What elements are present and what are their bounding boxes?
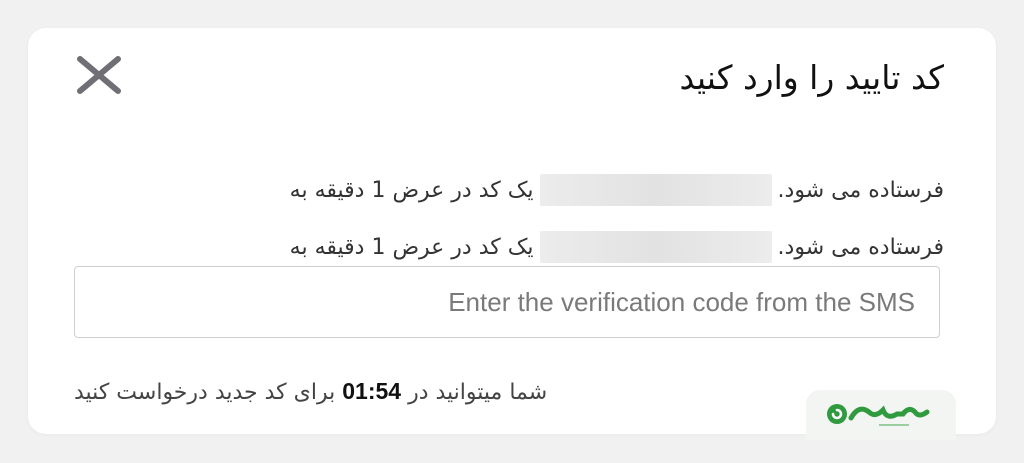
brand-logo	[806, 390, 956, 440]
info-line-1: یک کد در عرض 1 دقیقه به فرستاده می شود.	[290, 172, 944, 208]
countdown-after: برای کد جدید درخواست کنید	[74, 380, 336, 405]
dialog-title: کد تایید را وارد کنید	[679, 58, 944, 97]
info-line-1-prefix: یک کد در عرض 1 دقیقه به	[289, 177, 534, 203]
resend-countdown: شما میتوانید در 01:54 برای کد جدید درخوا…	[74, 378, 547, 405]
info-line-2-prefix: یک کد در عرض 1 دقیقه به	[289, 234, 534, 260]
info-line-2: یک کد در عرض 1 دقیقه به فرستاده می شود.	[290, 229, 944, 265]
brand-logo-icon	[827, 404, 930, 426]
info-line-1-suffix: فرستاده می شود.	[777, 177, 944, 203]
countdown-timer: 01:54	[342, 378, 402, 404]
redacted-phone-number	[539, 174, 772, 206]
redacted-phone-number	[539, 231, 772, 263]
close-icon	[77, 56, 121, 94]
countdown-before: شما میتوانید در	[408, 380, 548, 405]
verification-code-input[interactable]	[74, 266, 940, 338]
verification-dialog: کد تایید را وارد کنید یک کد در عرض 1 دقی…	[28, 28, 996, 434]
close-button[interactable]	[72, 52, 126, 98]
info-line-2-suffix: فرستاده می شود.	[777, 234, 944, 260]
